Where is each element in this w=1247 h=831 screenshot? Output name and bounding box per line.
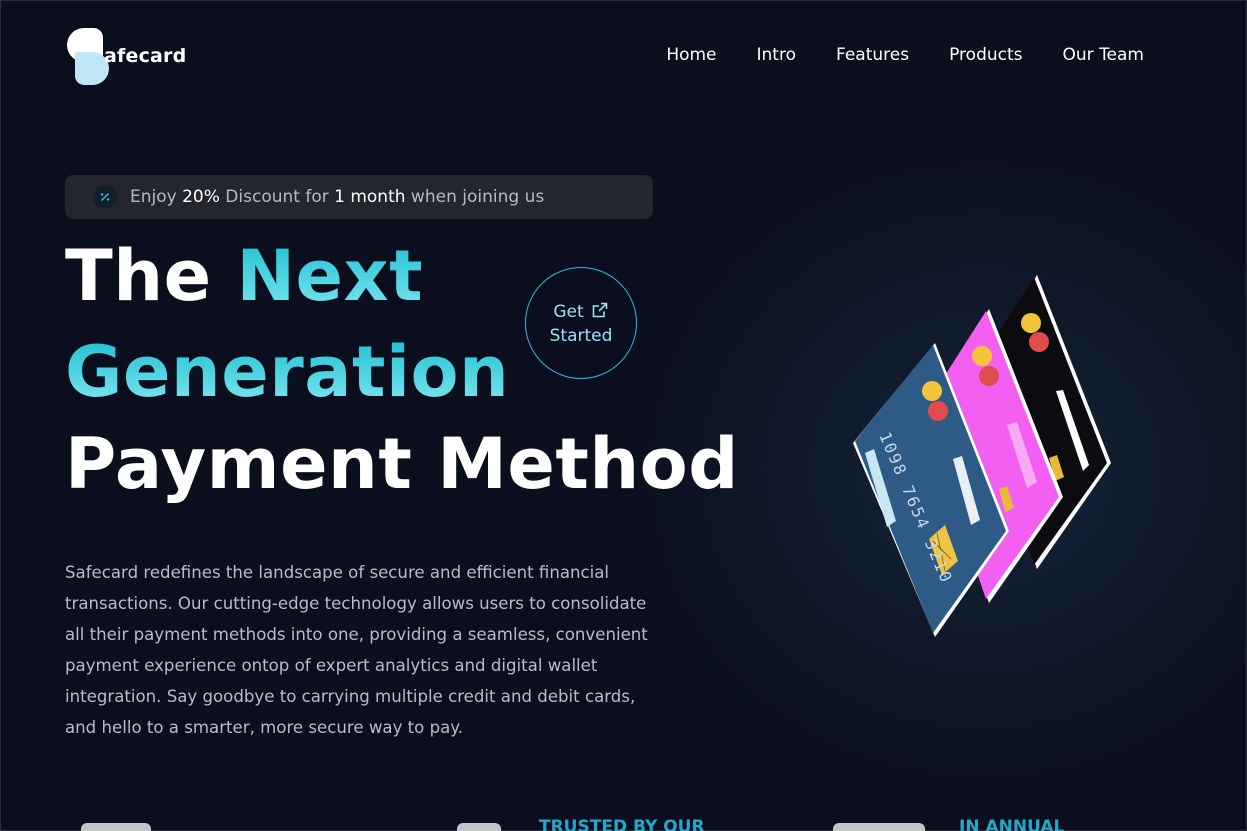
logo-mark-icon — [67, 28, 109, 86]
percent-icon — [93, 185, 117, 209]
logo[interactable]: afecard — [67, 28, 197, 86]
stats-row: TRUSTED BY OUR IN ANNUAL — [1, 813, 1247, 831]
logo-text: afecard — [104, 45, 187, 67]
hero-title-line-2: Generation — [65, 331, 510, 413]
credit-cards-illustration: 1098 7654 3210 — [841, 263, 1131, 653]
get-started-button[interactable]: Get Started — [525, 267, 637, 379]
stat-number-3 — [833, 823, 925, 831]
nav-our-team[interactable]: Our Team — [1063, 45, 1144, 65]
hero-title-line-3: Payment Method — [65, 423, 739, 505]
stat-number-1 — [81, 823, 151, 831]
hero-description: Safecard redefines the landscape of secu… — [65, 563, 648, 737]
cta-label-started: Started — [549, 325, 613, 346]
stat-number-2 — [457, 823, 501, 831]
nav-products[interactable]: Products — [949, 45, 1022, 65]
main-nav: Home Intro Features Products Our Team — [666, 45, 1144, 65]
stat-label-2: IN ANNUAL — [959, 817, 1065, 831]
nav-home[interactable]: Home — [666, 45, 716, 65]
hero-title-line-1: The Next — [65, 235, 424, 317]
promo-banner: Enjoy 20% Discount for 1 month when join… — [65, 175, 653, 219]
stat-label-1: TRUSTED BY OUR — [539, 817, 705, 831]
cta-label-get: Get — [553, 302, 584, 322]
nav-features[interactable]: Features — [836, 45, 909, 65]
nav-intro[interactable]: Intro — [757, 45, 796, 65]
promo-text: Enjoy 20% Discount for 1 month when join… — [130, 187, 545, 207]
external-link-icon — [591, 301, 609, 324]
